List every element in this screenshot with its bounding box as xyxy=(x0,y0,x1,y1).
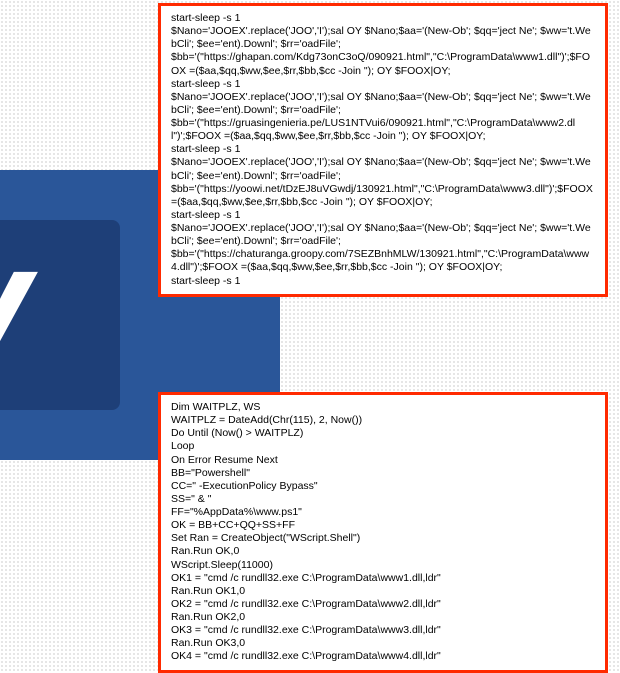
vbscript-code-block: Dim WAITPLZ, WS WAITPLZ = DateAdd(Chr(11… xyxy=(158,392,608,673)
word-logo-letter: V xyxy=(0,235,27,419)
powershell-code-block: start-sleep -s 1 $Nano='JOOEX'.replace('… xyxy=(158,3,608,297)
